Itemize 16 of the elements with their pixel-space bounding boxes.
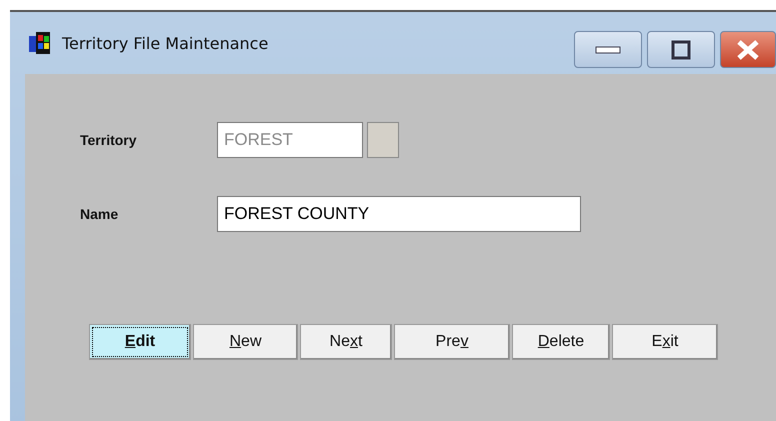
action-button[interactable]: Prev [394, 324, 510, 360]
window-title: Territory File Maintenance [62, 34, 268, 52]
text-field[interactable]: FOREST COUNTY [217, 196, 581, 232]
action-button[interactable]: Edit [89, 324, 191, 360]
close-button[interactable] [720, 31, 776, 68]
minimize-icon [595, 46, 621, 54]
field-label: Territory [80, 132, 138, 148]
maximize-icon [671, 40, 691, 60]
action-button[interactable]: New [193, 324, 298, 360]
field-label: Name [80, 206, 120, 222]
action-button[interactable]: Next [300, 324, 392, 360]
minimize-button[interactable] [574, 31, 642, 68]
maximize-button[interactable] [647, 31, 715, 68]
action-button[interactable]: Delete [512, 324, 610, 360]
action-button[interactable]: Exit [612, 324, 718, 360]
close-icon [736, 40, 760, 60]
